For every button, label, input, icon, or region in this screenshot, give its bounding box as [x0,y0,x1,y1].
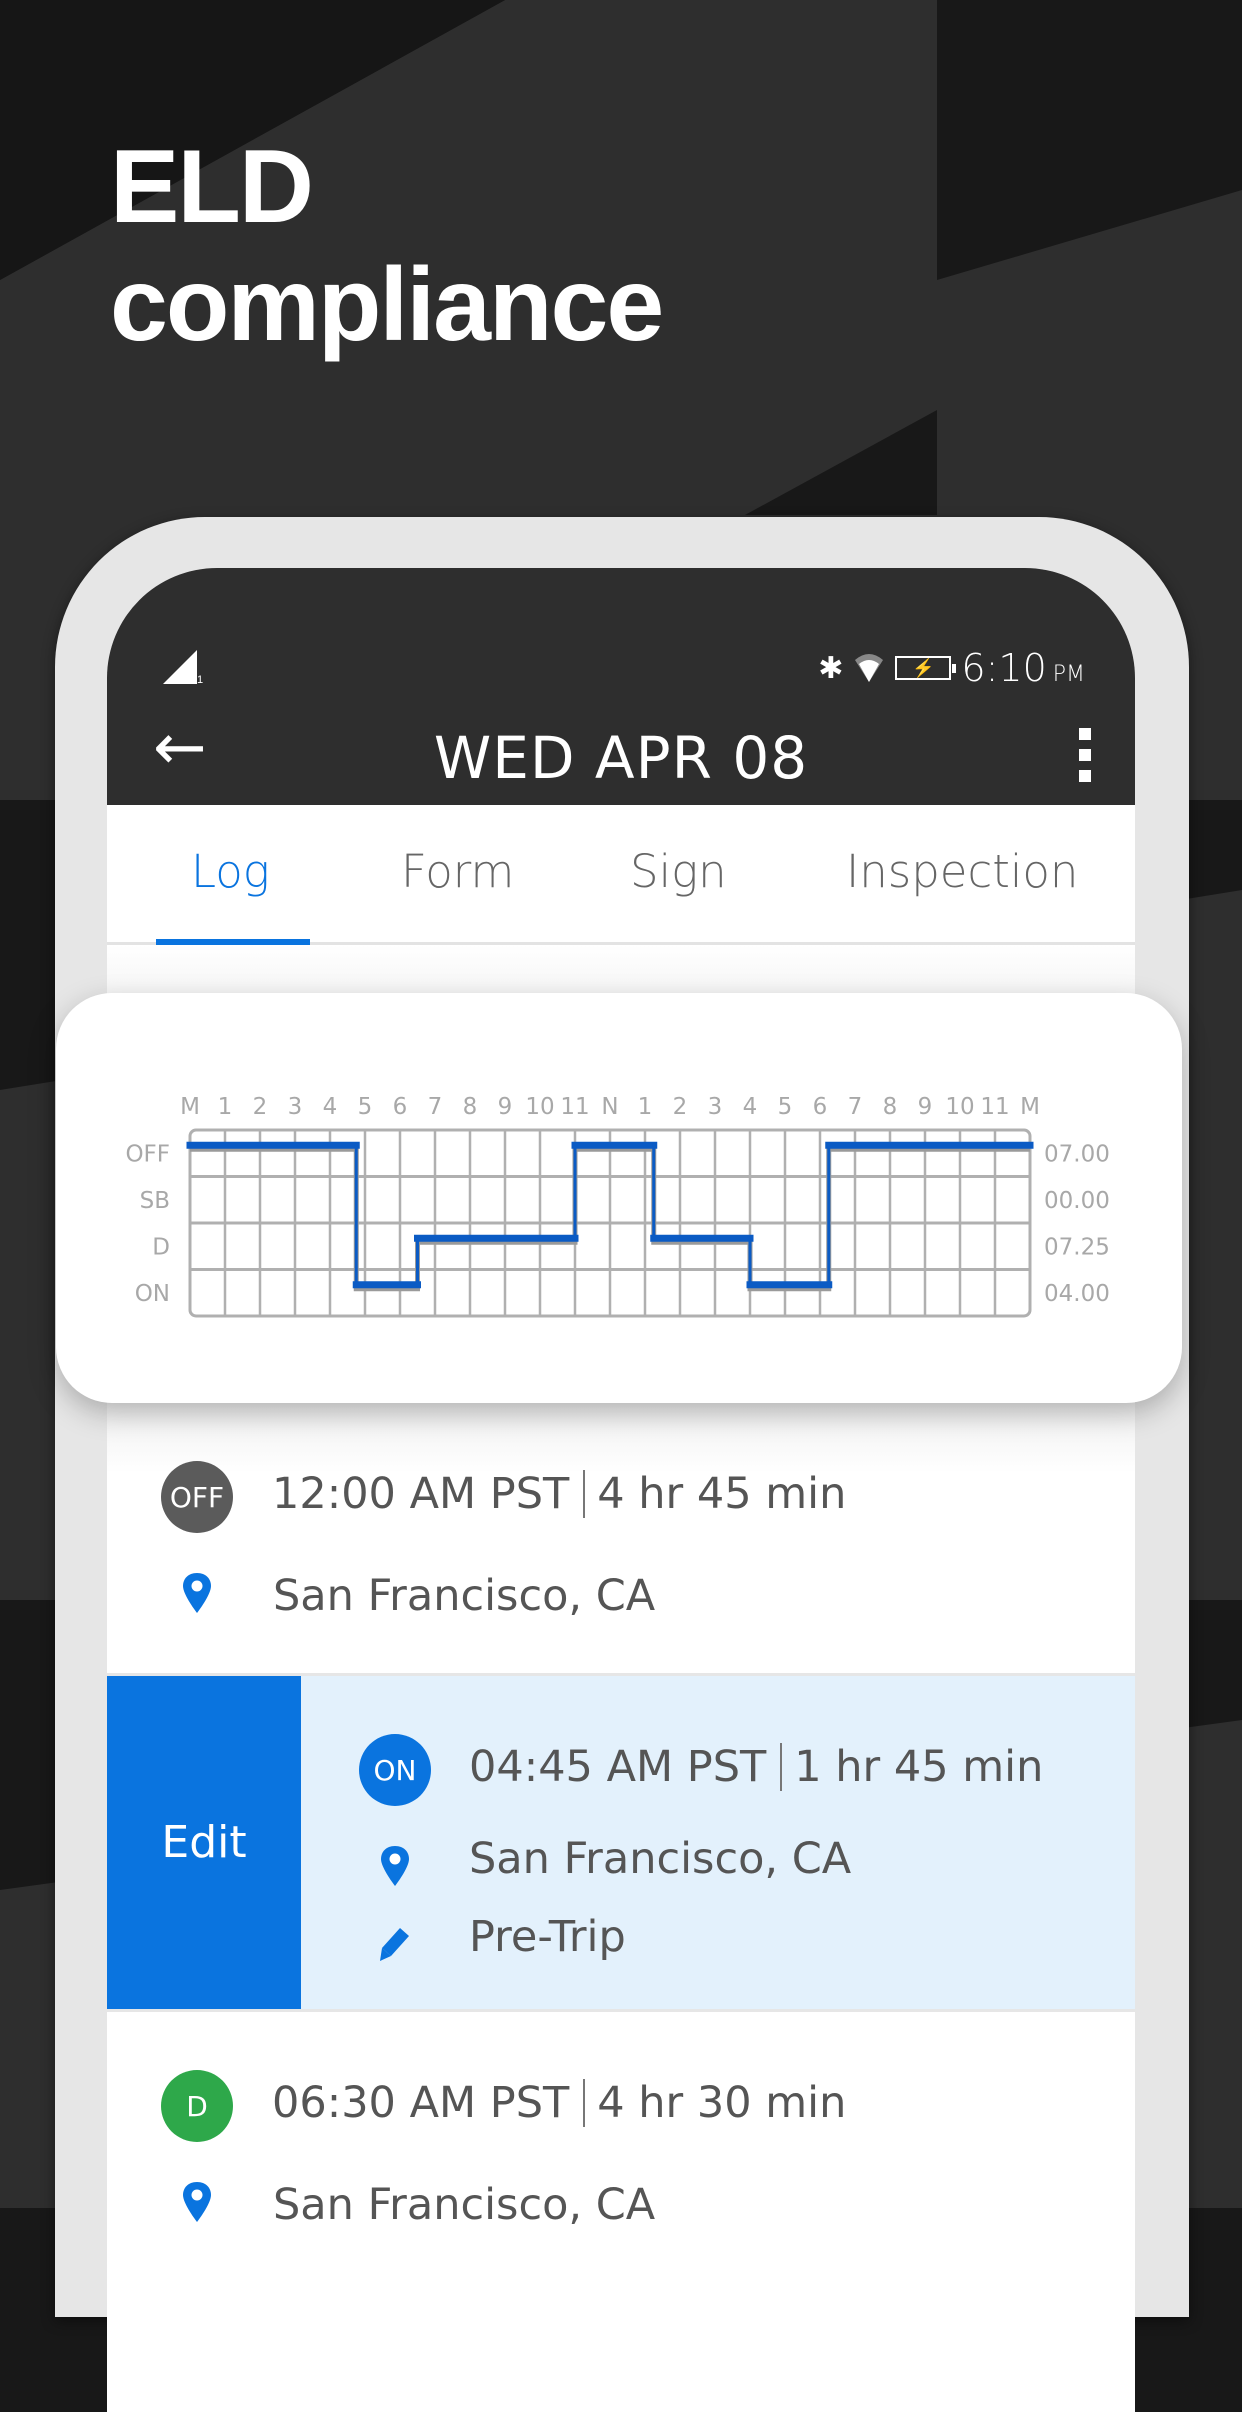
log-entry-selected[interactable]: Edit ON 04:45 AM PST 1 hr 45 min San Fran… [107,1673,1135,2012]
chart-x-tick-label: 5 [358,1094,373,1120]
chart-x-tick-label: 6 [393,1094,408,1120]
tab-inspection[interactable]: Inspection [846,845,1078,898]
chart-x-tick-label: 9 [498,1094,513,1120]
signal-icon [163,650,197,684]
chart-total-label: 04.00 [1044,1281,1110,1307]
entry-duration: 1 hr 45 min [794,1742,1044,1792]
entry-location: San Francisco, CA [273,2180,656,2230]
duty-status-chart: M 1 2 3 4 5 6 7 8 9 10 11 N 1 2 3 4 5 6 7 8 9 10 11 MOFF 07.00SB 0… [125,1094,1110,1318]
tab-bar: Log Form Sign Inspection [107,805,1135,945]
top-bar: 1 ✱ ⚡ 6:10 PM ← WED APR 08 [107,568,1135,805]
log-entry-content: ON 04:45 AM PST 1 hr 45 min San Francisco… [301,1676,1135,2009]
chart-x-tick-label: 1 [218,1094,233,1120]
entry-location: San Francisco, CA [273,1571,656,1621]
chart-total-label: 07.00 [1044,1141,1110,1167]
more-vert-icon-dot [1079,728,1091,740]
status-clock: 6:10 PM [961,646,1085,690]
headline-line-2: compliance [110,247,664,363]
chart-x-tick-label: 1 [638,1094,653,1120]
log-entry[interactable]: OFF 12:00 AM PST 4 hr 45 min San Francisc… [107,1403,1135,1673]
status-badge-on: ON [359,1734,431,1806]
entry-time-row: 04:45 AM PST 1 hr 45 min [469,1742,1043,1797]
entry-duration: 4 hr 45 min [597,1469,847,1519]
headline-line-1: ELD [110,129,314,245]
page-title: WED APR 08 [433,724,809,792]
chart-y-label: OFF [125,1141,170,1167]
clock-time: 6:10 [961,646,1047,690]
edit-button[interactable]: Edit [107,1676,301,2009]
more-vert-icon-dot [1079,770,1091,782]
entry-note: Pre-Trip [469,1912,626,1962]
chart-x-tick-label: 7 [848,1094,863,1120]
location-pin-icon [183,2182,211,2222]
signal-sim-label: 1 [197,674,204,686]
clock-ampm: PM [1052,662,1085,687]
more-vert-icon-dot [1079,749,1091,761]
divider [583,2078,586,2127]
status-badge-off: OFF [161,1461,233,1533]
log-entry[interactable]: D 06:30 AM PST 4 hr 30 min San Francisco,… [107,2012,1135,2412]
status-bar: 1 ✱ ⚡ 6:10 PM [107,608,1135,690]
wifi-icon [853,652,885,684]
log-chart-card[interactable]: M 1 2 3 4 5 6 7 8 9 10 11 N 1 2 3 4 5 6 7 8 9 10 11 M OFF 07.00 SB 0… [56,993,1182,1403]
chart-x-tick-label: 8 [883,1094,898,1120]
entry-duration: 4 hr 30 min [597,2078,847,2128]
log-entries-list: OFF 12:00 AM PST 4 hr 45 min San Francisc… [107,1403,1135,2412]
entry-time: 04:45 AM PST [469,1742,767,1792]
chart-y-label: D [152,1234,170,1260]
entry-time-row: 06:30 AM PST 4 hr 30 min [272,2078,846,2133]
entry-time-row: 12:00 AM PST 4 hr 45 min [272,1469,846,1524]
status-badge-driving: D [161,2070,233,2142]
chart-x-tick-label: 10 [525,1094,554,1120]
chart-x-tick-label: 6 [813,1094,828,1120]
chart-x-tick-label: 9 [918,1094,933,1120]
entry-time: 06:30 AM PST [272,2078,570,2128]
tab-log[interactable]: Log [191,845,270,898]
chart-x-tick-label: 4 [743,1094,758,1120]
chart-x-tick-label: 2 [673,1094,688,1120]
divider [780,1742,783,1791]
location-pin-icon [183,1573,211,1613]
pencil-icon [380,1928,409,1961]
chart-x-tick-label: 4 [323,1094,338,1120]
chart-y-label: SB [140,1188,170,1214]
headline: ELD compliance [110,128,664,364]
chart-total-label: 00.00 [1044,1188,1110,1214]
bluetooth-icon: ✱ [818,650,844,686]
chart-x-tick-label: N [601,1094,618,1120]
chart-x-tick-label: 8 [463,1094,478,1120]
chart-x-tick-label: 10 [945,1094,974,1120]
entry-location: San Francisco, CA [469,1834,852,1884]
chart-x-tick-label: 5 [778,1094,793,1120]
chart-x-tick-label: M [180,1094,200,1120]
battery-charging-icon: ⚡ [895,656,957,680]
chart-x-tick-label: M [1020,1094,1040,1120]
entry-time: 12:00 AM PST [272,1469,570,1519]
chart-y-label: ON [135,1281,170,1307]
chart-x-tick-label: 3 [288,1094,303,1120]
chart-x-tick-label: 2 [253,1094,268,1120]
chart-x-tick-label: 3 [708,1094,723,1120]
more-options-button[interactable] [1079,728,1093,782]
app-bar: ← WED APR 08 [107,698,1135,805]
chart-x-tick-label: 11 [980,1094,1009,1120]
location-pin-icon [381,1846,409,1886]
chart-x-tick-label: 7 [428,1094,443,1120]
tab-form[interactable]: Form [401,845,514,898]
chart-total-label: 07.25 [1044,1234,1110,1260]
tab-sign[interactable]: Sign [630,845,727,898]
divider [583,1469,586,1518]
chart-x-tick-label: 11 [560,1094,589,1120]
